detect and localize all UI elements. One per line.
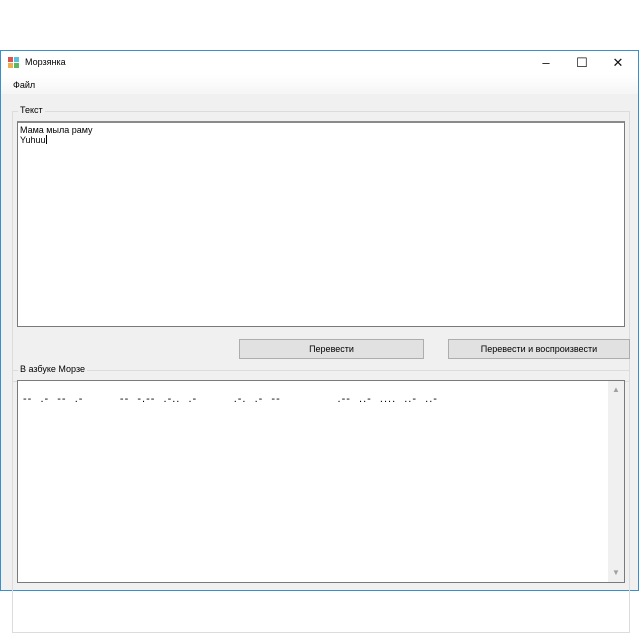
input-textbox[interactable]: Мама мыла раму Yuhuu (17, 121, 625, 327)
scroll-up-icon[interactable]: ▲ (608, 383, 624, 397)
scroll-down-icon[interactable]: ▼ (608, 566, 624, 580)
output-group: В азбуке Морзе -- .- -- .- -- -.-- .-.. … (12, 364, 630, 633)
text-caret (45, 135, 47, 144)
menu-file[interactable]: Файл (13, 80, 35, 90)
window-title: Морзянка (25, 57, 66, 67)
input-group-label: Текст (18, 105, 45, 115)
title-bar[interactable]: Морзянка – ☐ ✕ (1, 51, 638, 75)
vertical-scrollbar[interactable]: ▲ ▼ (608, 381, 624, 582)
close-icon[interactable]: ✕ (600, 51, 636, 75)
morse-output-textbox[interactable]: -- .- -- .- -- -.-- .-.. .- .-. .- -- .-… (17, 380, 625, 583)
translate-play-button[interactable]: Перевести и воспроизвести (448, 339, 630, 359)
input-text: Мама мыла раму Yuhuu (20, 125, 93, 145)
main-window: Морзянка – ☐ ✕ Файл Текст Мама мыла раму… (0, 50, 639, 633)
morse-output-text: -- .- -- .- -- -.-- .-.. .- .-. .- -- .-… (23, 393, 438, 405)
menu-bar: Файл (1, 75, 638, 94)
minimize-icon[interactable]: – (528, 51, 564, 75)
output-group-label: В азбуке Морзе (18, 364, 87, 374)
maximize-icon[interactable]: ☐ (564, 51, 600, 75)
translate-button[interactable]: Перевести (239, 339, 424, 359)
app-icon (8, 57, 19, 68)
